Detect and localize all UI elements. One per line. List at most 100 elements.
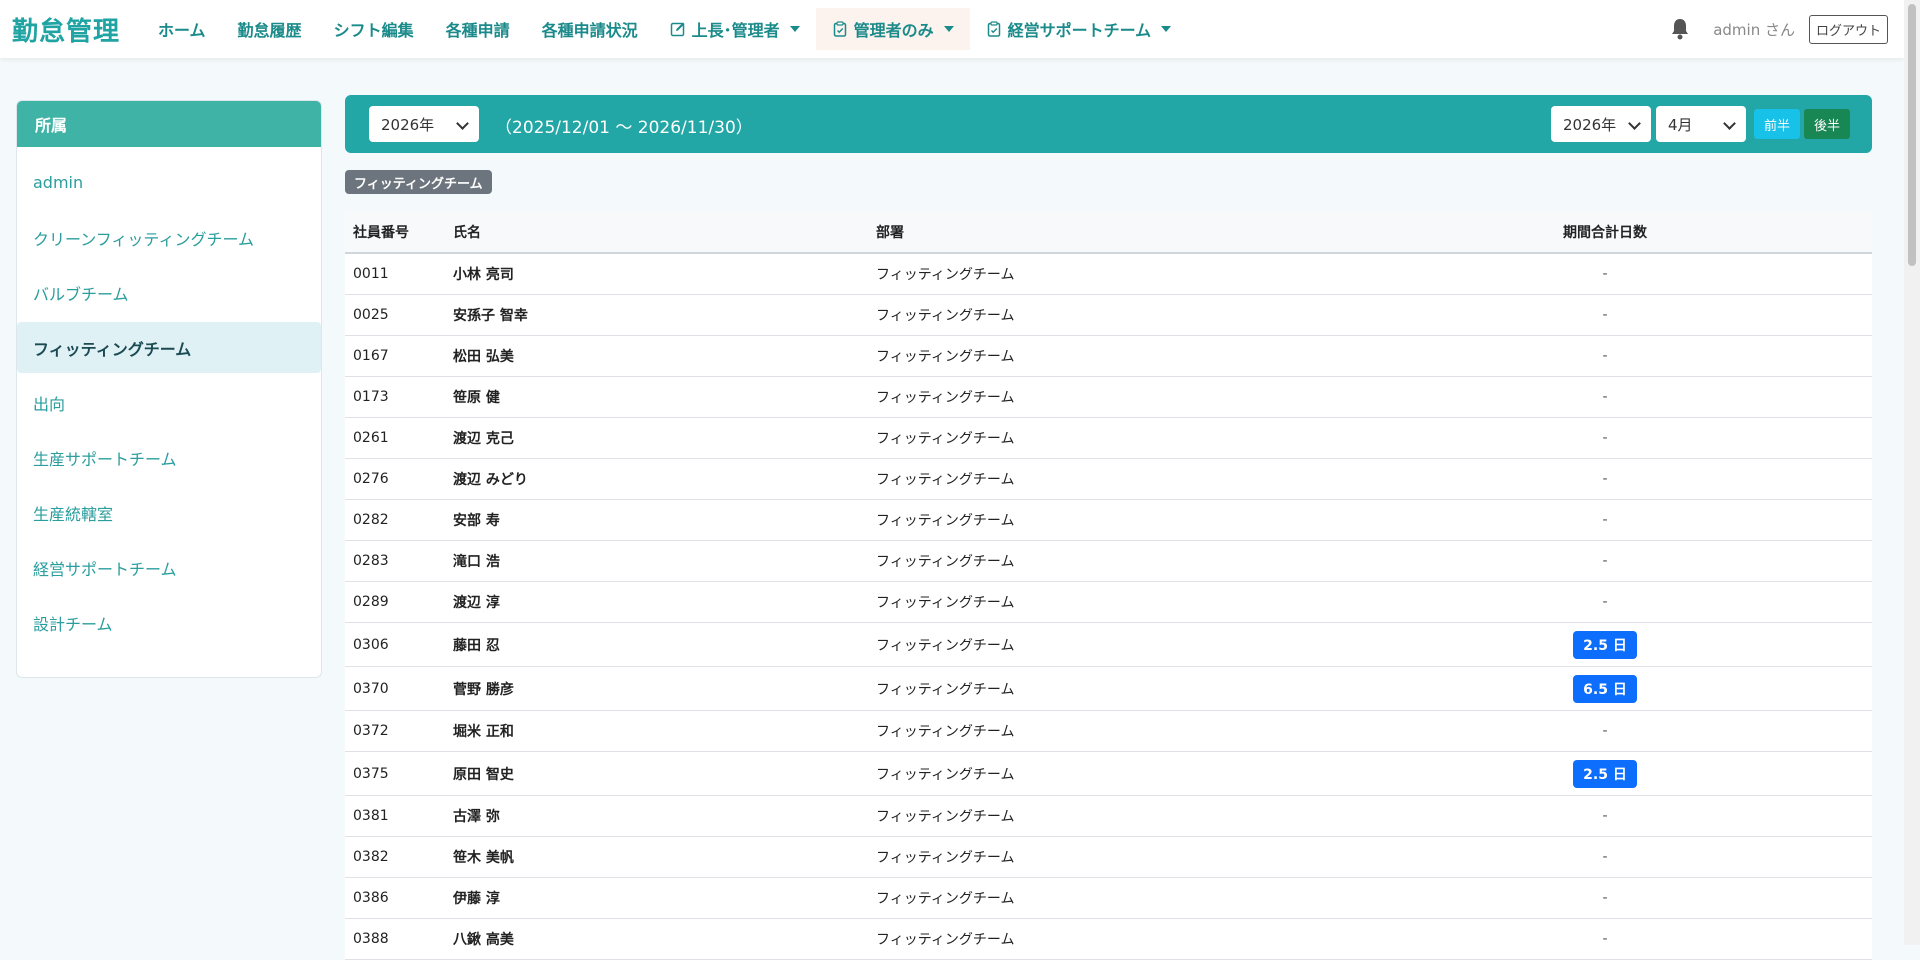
cell-name: 堀米 正和 [445,710,868,752]
days-badge: 2.5 日 [1573,630,1637,659]
table-row[interactable]: 0381 古澤 弥フィッティングチーム - [345,795,1872,837]
cell-name: 伊藤 淳 [445,877,868,919]
days-empty: - [1602,808,1608,824]
cell-department: フィッティングチーム [868,335,1338,377]
header-total-days[interactable]: 期間合計日数 [1338,212,1872,254]
table-row[interactable]: 0386 伊藤 淳フィッティングチーム - [345,877,1872,919]
scrollbar-thumb[interactable] [1908,4,1916,266]
table-row[interactable]: 0306 藤田 忍フィッティングチーム 2.5 日 [345,622,1872,667]
cell-total-days: - [1338,836,1872,878]
table-row[interactable]: 0375 原田 智史 フィッティングチーム 2.5 日 [345,751,1872,796]
affiliation-sidebar: 所属 admin クリーンフィッティングチーム バルブチーム フィッティングチー… [16,100,322,678]
table-row[interactable]: 0388 八鍬 高美 フィッティングチーム - [345,918,1872,960]
nav-attendance-history-label: 勤怠履歴 [237,21,302,40]
days-empty: - [1602,890,1608,906]
edit-icon [670,22,685,37]
sidebar-item-design-team[interactable]: 設計チーム [17,597,321,648]
sidebar-item-management-support-team[interactable]: 経営サポートチーム [17,542,321,593]
cell-name: 藤田 忍 [445,622,868,667]
year-select[interactable]: 2026年 [1551,106,1651,142]
cell-total-days: - [1338,710,1872,752]
table-row[interactable]: 0370 菅野 勝彦 フィッティングチーム 6.5 日 [345,666,1872,711]
nav-management-support-dropdown[interactable]: 経営サポートチーム [970,8,1188,50]
days-empty: - [1602,723,1608,739]
cell-employee-id: 0370 [345,666,445,711]
table-row[interactable]: 0173 笹原 健フィッティングチーム - [345,376,1872,418]
cell-employee-id: 0282 [345,499,445,541]
employee-table-wrap: 社員番号 氏名 部署 期間合計日数 0011 小林 亮司 フィッティングチーム -00… [345,212,1872,960]
cell-total-days: - [1338,795,1872,837]
sidebar-item-clean-fitting-team[interactable]: クリーンフィッティングチーム [17,212,321,263]
cell-department: フィッティングチーム [868,751,1338,796]
header-employee-id[interactable]: 社員番号 [345,212,445,254]
app-brand[interactable]: 勤怠管理 [12,11,120,48]
nav-attendance-history[interactable]: 勤怠履歴 [222,8,318,50]
sidebar-item-production-support-team[interactable]: 生産サポートチーム [17,432,321,483]
chevron-down-icon [1723,117,1736,130]
chevron-down-icon [456,117,469,130]
nav-application-status-label: 各種申請状況 [541,21,638,40]
cell-department: フィッティングチーム [868,795,1338,837]
table-row[interactable]: 0289 渡辺 淳フィッティングチーム - [345,581,1872,623]
table-row[interactable]: 0372 堀米 正和 フィッティングチーム - [345,710,1872,752]
sidebar-item-admin[interactable]: admin [17,157,321,208]
fiscal-year-select[interactable]: 2026年 [369,106,479,142]
sidebar-item-fitting-team[interactable]: フィッティングチーム [17,322,321,373]
nav-shift-edit[interactable]: シフト編集 [318,8,430,50]
cell-employee-id: 0306 [345,622,445,667]
cell-department: フィッティングチーム [868,581,1338,623]
table-row[interactable]: 0282 安部 寿フィッティングチーム - [345,499,1872,541]
days-empty: - [1602,594,1608,610]
cell-employee-id: 0388 [345,918,445,960]
sidebar-item-secondment[interactable]: 出向 [17,377,321,428]
month-select[interactable]: 4月 [1656,106,1746,142]
cell-name: 滝口 浩 [445,540,868,582]
clipboard-icon [987,21,1000,37]
cell-total-days: - [1338,376,1872,418]
cell-department: フィッティングチーム [868,877,1338,919]
main-nav: ホーム 勤怠履歴 シフト編集 各種申請 各種申請状況 上長･管理者 管理者のみ … [142,0,1187,58]
cell-total-days: 6.5 日 [1338,666,1872,711]
cell-total-days: - [1338,540,1872,582]
nav-shift-edit-label: シフト編集 [333,21,414,40]
table-row[interactable]: 0025 安孫子 智幸 フィッティングチーム - [345,294,1872,336]
cell-name: 安部 寿 [445,499,868,541]
cell-employee-id: 0173 [345,376,445,418]
table-row[interactable]: 0382 笹木 美帆 フィッティングチーム - [345,836,1872,878]
logout-button[interactable]: ログアウト [1808,14,1888,44]
days-empty: - [1602,471,1608,487]
table-header-row: 社員番号 氏名 部署 期間合計日数 [345,212,1872,254]
nav-supervisor-dropdown[interactable]: 上長･管理者 [654,8,816,50]
cell-employee-id: 0167 [345,335,445,377]
page-scrollbar[interactable] [1904,0,1920,945]
cell-total-days: - [1338,877,1872,919]
sidebar-list: admin クリーンフィッティングチーム バルブチーム フィッティングチーム 出… [17,147,321,648]
nav-applications[interactable]: 各種申請 [430,8,526,50]
table-row[interactable]: 0167 松田 弘美 フィッティングチーム - [345,335,1872,377]
chevron-down-icon [789,26,800,32]
cell-name: 笹原 健 [445,376,868,418]
nav-application-status[interactable]: 各種申請状況 [526,8,654,50]
table-row[interactable]: 0276 渡辺 みどり フィッティングチーム - [345,458,1872,500]
cell-employee-id: 0276 [345,458,445,500]
table-row[interactable]: 0283 滝口 浩フィッティングチーム - [345,540,1872,582]
sidebar-item-production-control-office[interactable]: 生産統轄室 [17,487,321,538]
sidebar-item-valve-team[interactable]: バルブチーム [17,267,321,318]
user-name: admin さん [1713,20,1795,39]
bell-icon[interactable] [1669,17,1691,41]
table-row[interactable]: 0261 渡辺 克己 フィッティングチーム - [345,417,1872,459]
header-name[interactable]: 氏名 [445,212,868,254]
cell-department: フィッティングチーム [868,376,1338,418]
nav-home[interactable]: ホーム [142,8,222,50]
cell-employee-id: 0386 [345,877,445,919]
first-half-button[interactable]: 前半 [1754,109,1800,139]
header-department[interactable]: 部署 [868,212,1338,254]
employee-table: 社員番号 氏名 部署 期間合計日数 0011 小林 亮司 フィッティングチーム -00… [345,212,1872,960]
cell-department: フィッティングチーム [868,499,1338,541]
nav-admin-only-dropdown[interactable]: 管理者のみ [815,8,970,50]
days-empty: - [1602,512,1608,528]
days-badge: 2.5 日 [1573,759,1637,788]
cell-department: フィッティングチーム [868,253,1338,295]
table-row[interactable]: 0011 小林 亮司 フィッティングチーム - [345,253,1872,295]
second-half-button[interactable]: 後半 [1804,109,1850,139]
